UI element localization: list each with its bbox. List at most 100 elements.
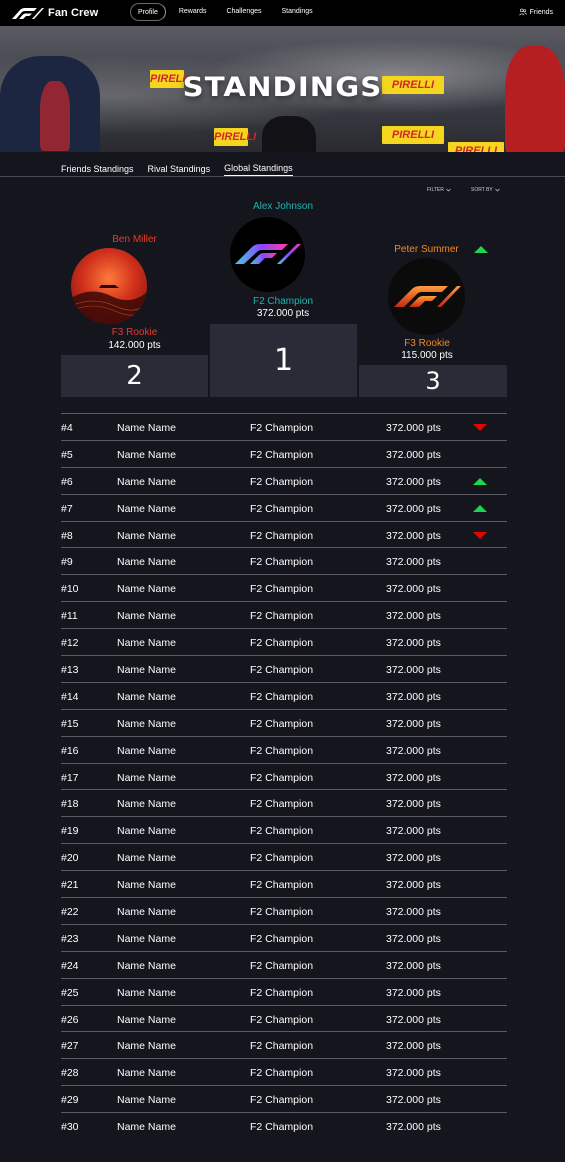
row-name: Name Name [117,664,176,677]
row-tier: F2 Champion [250,771,314,784]
f1-logo-icon [12,8,44,19]
table-row[interactable]: #6 Name Name F2 Champion 372.000 pts [61,466,507,494]
row-tier: F2 Champion [250,717,314,730]
nav-profile[interactable]: Profile [130,3,166,21]
tab-rival-standings[interactable]: Rival Standings [148,164,211,176]
app-title: Fan Crew [48,7,99,19]
table-row[interactable]: #27 Name Name F2 Champion 372.000 pts [61,1031,507,1058]
row-points: 372.000 pts [386,1067,441,1080]
podium-first-rank: 1 [273,343,294,378]
podium-first-tier: F2 Champion [252,296,314,307]
table-row[interactable]: #12 Name Name F2 Champion 372.000 pts [61,628,507,655]
podium-third-block: 3 [359,365,507,397]
trend-up-icon [473,477,487,485]
podium-second-tier: F3 Rookie [111,327,158,338]
podium-second-rank: 2 [126,361,143,391]
row-points: 372.000 pts [386,717,441,730]
podium-third-points: 115.000 pts [401,350,453,361]
table-row[interactable]: #10 Name Name F2 Champion 372.000 pts [61,574,507,601]
row-rank: #5 [61,448,73,461]
table-row[interactable]: #5 Name Name F2 Champion 372.000 pts [61,439,507,467]
sponsor-sign: PIRELLI [214,128,256,146]
table-row[interactable]: #11 Name Name F2 Champion 372.000 pts [61,601,507,628]
sort-dropdown[interactable]: SORT BY [471,187,500,193]
row-rank: #9 [61,556,73,569]
podium-third-tier: F3 Rookie [404,338,450,349]
table-row[interactable]: #14 Name Name F2 Champion 372.000 pts [61,681,507,709]
row-name: Name Name [117,502,176,515]
row-rank: #28 [61,1067,79,1080]
avatar[interactable] [71,248,147,324]
table-row[interactable]: #15 Name Name F2 Champion 372.000 pts [61,708,507,736]
nav-challenges[interactable]: Challenges [219,3,268,21]
table-row[interactable]: #29 Name Name F2 Champion 372.000 pts [61,1085,507,1112]
row-points: 372.000 pts [386,610,441,623]
tab-global-standings[interactable]: Global Standings [224,163,293,176]
table-row[interactable]: #25 Name Name F2 Champion 372.000 pts [61,977,507,1005]
row-rank: #4 [61,422,73,434]
table-row[interactable]: #26 Name Name F2 Champion 372.000 pts [61,1004,507,1032]
row-rank: #22 [61,906,79,919]
tab-friends-standings[interactable]: Friends Standings [61,164,134,176]
avatar[interactable] [388,258,465,335]
row-tier: F2 Champion [250,556,314,569]
standings-tabs: Friends Standings Rival Standings Global… [0,152,565,177]
row-name: Name Name [117,448,176,461]
friends-button[interactable]: Friends [518,8,553,16]
row-name: Name Name [117,637,176,650]
table-row[interactable]: #7 Name Name F2 Champion 372.000 pts [61,493,507,521]
table-row[interactable]: #22 Name Name F2 Champion 372.000 pts [61,897,507,924]
filter-dropdown[interactable]: FILTER [427,187,451,193]
row-rank: #7 [61,502,73,515]
table-row[interactable]: #18 Name Name F2 Champion 372.000 pts [61,789,507,816]
standings-table: #4 Name Name F2 Champion 372.000 pts #5 Name … [61,413,507,1139]
table-row[interactable]: #8 Name Name F2 Champion 372.000 pts [61,520,507,548]
table-row[interactable]: #9 Name Name F2 Champion 372.000 pts [61,547,507,574]
trend-down-icon [473,531,487,539]
nav-rewards[interactable]: Rewards [172,3,214,21]
row-rank: #13 [61,664,79,677]
row-tier: F2 Champion [250,1013,314,1026]
table-row[interactable]: #24 Name Name F2 Champion 372.000 pts [61,950,507,978]
f1-neon-logo-icon [235,244,301,264]
nav-standings[interactable]: Standings [275,3,320,21]
table-row[interactable]: #20 Name Name F2 Champion 372.000 pts [61,843,507,870]
row-rank: #27 [61,1040,79,1053]
row-tier: F2 Champion [250,690,314,703]
row-tier: F2 Champion [250,1121,314,1134]
table-row[interactable]: #13 Name Name F2 Champion 372.000 pts [61,655,507,682]
friends-label: Friends [529,8,553,16]
row-points: 372.000 pts [386,906,441,919]
row-name: Name Name [117,717,176,730]
row-name: Name Name [117,744,176,757]
table-row[interactable]: #17 Name Name F2 Champion 372.000 pts [61,762,507,790]
table-row[interactable]: #23 Name Name F2 Champion 372.000 pts [61,923,507,951]
table-row[interactable]: #28 Name Name F2 Champion 372.000 pts [61,1058,507,1085]
row-name: Name Name [117,556,176,569]
table-row[interactable]: #16 Name Name F2 Champion 372.000 pts [61,735,507,763]
row-name: Name Name [117,583,176,596]
row-rank: #14 [61,690,79,703]
row-rank: #10 [61,583,79,596]
trend-down-icon [473,424,487,431]
row-name: Name Name [117,1121,176,1134]
trend-up-icon [473,504,487,512]
app-logo[interactable]: Fan Crew [10,7,98,19]
row-points: 372.000 pts [386,448,441,461]
avatar[interactable] [230,217,305,292]
table-row[interactable]: #4 Name Name F2 Champion 372.000 pts [61,413,507,440]
table-row[interactable]: #21 Name Name F2 Champion 372.000 pts [61,870,507,897]
row-rank: #24 [61,959,79,972]
row-points: 372.000 pts [386,825,441,838]
row-rank: #18 [61,798,79,811]
row-points: 372.000 pts [386,556,441,569]
filter-label: FILTER [427,187,444,193]
row-tier: F2 Champion [250,879,314,892]
table-row[interactable]: #19 Name Name F2 Champion 372.000 pts [61,816,507,843]
table-row[interactable]: #30 Name Name F2 Champion 372.000 pts [61,1112,507,1139]
trend-up-icon [474,246,488,253]
row-points: 372.000 pts [386,986,441,999]
row-points: 372.000 pts [386,502,441,515]
row-rank: #21 [61,879,79,892]
row-rank: #8 [61,529,73,542]
